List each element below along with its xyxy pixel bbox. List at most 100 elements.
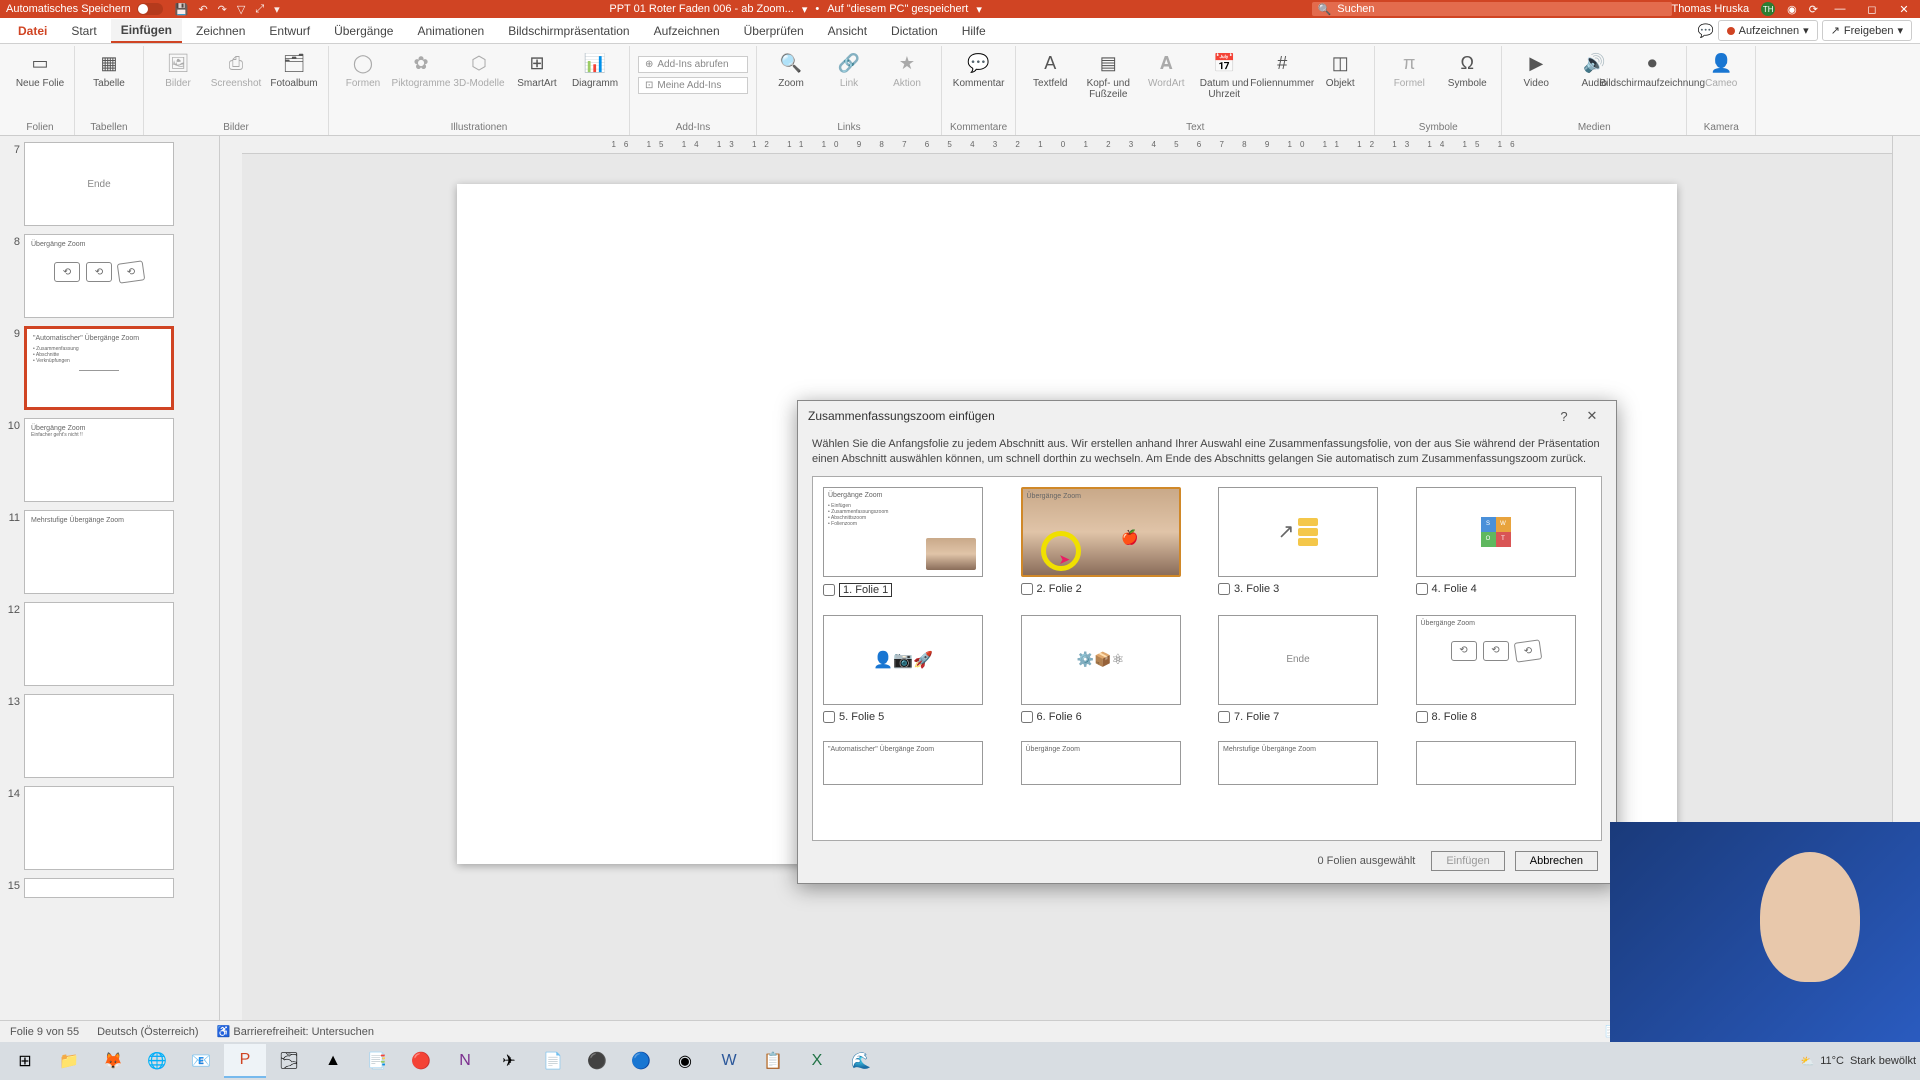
- cmd-symbol[interactable]: ΩSymbole: [1441, 50, 1493, 89]
- accessibility[interactable]: ♿ Barrierefreiheit: Untersuchen: [217, 1025, 374, 1038]
- tab-animations[interactable]: Animationen: [407, 20, 494, 42]
- taskbar-edge[interactable]: 🌊: [840, 1044, 882, 1078]
- location-dropdown-icon[interactable]: ▾: [976, 3, 982, 16]
- cmd-slidenum[interactable]: #Foliennummer: [1256, 50, 1308, 100]
- cmd-get-addins[interactable]: ⊕Add-Ins abrufen: [638, 56, 748, 73]
- tab-design[interactable]: Entwurf: [259, 20, 320, 42]
- grid-checkbox-7[interactable]: [1218, 711, 1230, 723]
- start-button[interactable]: ⊞: [4, 1044, 46, 1078]
- thumb-slide-8[interactable]: Übergänge Zoom⟲⟲⟲: [24, 234, 174, 318]
- minimize-icon[interactable]: —: [1830, 3, 1850, 15]
- user-avatar[interactable]: TH: [1761, 2, 1775, 16]
- thumb-slide-9[interactable]: "Automatischer" Übergänge Zoom• Zusammen…: [24, 326, 174, 410]
- dialog-close-icon[interactable]: ✕: [1578, 408, 1606, 424]
- toggle-switch[interactable]: [137, 3, 163, 15]
- taskbar-onenote[interactable]: N: [444, 1044, 486, 1078]
- taskbar-app6[interactable]: ◉: [664, 1044, 706, 1078]
- taskbar-app4[interactable]: 📄: [532, 1044, 574, 1078]
- tab-record[interactable]: Aufzeichnen: [644, 20, 730, 42]
- cmd-smartart[interactable]: ⊞SmartArt: [511, 50, 563, 89]
- taskbar-powerpoint[interactable]: P: [224, 1044, 266, 1078]
- cmd-textbox[interactable]: ATextfeld: [1024, 50, 1076, 100]
- grid-slide-10[interactable]: Übergänge Zoom: [1021, 741, 1197, 785]
- grid-checkbox-2[interactable]: [1021, 583, 1033, 595]
- tab-review[interactable]: Überprüfen: [734, 20, 814, 42]
- taskbar-app3[interactable]: 🔴: [400, 1044, 442, 1078]
- tab-view[interactable]: Ansicht: [818, 20, 877, 42]
- grid-checkbox-4[interactable]: [1416, 583, 1428, 595]
- autosave-toggle[interactable]: Automatisches Speichern: [6, 3, 163, 15]
- tab-start[interactable]: Start: [61, 20, 106, 42]
- user-name[interactable]: Thomas Hruska: [1672, 3, 1750, 15]
- cmd-table[interactable]: ▦Tabelle: [83, 50, 135, 89]
- grid-checkbox-3[interactable]: [1218, 583, 1230, 595]
- touch-icon[interactable]: ⤢: [255, 3, 264, 16]
- taskbar-app1[interactable]: 🌫: [268, 1044, 310, 1078]
- save-icon[interactable]: 💾: [175, 3, 189, 16]
- thumb-slide-14[interactable]: [24, 786, 174, 870]
- cmd-object[interactable]: ◫Objekt: [1314, 50, 1366, 100]
- cancel-button[interactable]: Abbrechen: [1515, 851, 1598, 871]
- tab-insert[interactable]: Einfügen: [111, 19, 182, 43]
- comments-icon[interactable]: 💬: [1697, 23, 1713, 39]
- maximize-icon[interactable]: ◻: [1862, 3, 1882, 16]
- sync-icon[interactable]: ⟳: [1809, 3, 1818, 16]
- grid-slide-2[interactable]: Übergänge Zoom ➤ 🍎 2. Folie 2: [1021, 487, 1197, 597]
- tab-slideshow[interactable]: Bildschirmpräsentation: [498, 20, 639, 42]
- grid-slide-8[interactable]: Übergänge Zoom⟲⟲⟲ 8. Folie 8: [1416, 615, 1592, 723]
- grid-slide-5[interactable]: 👤📷🚀 5. Folie 5: [823, 615, 999, 723]
- dialog-slide-grid[interactable]: Übergänge Zoom• Einfügen• Zusammenfassun…: [812, 476, 1602, 841]
- taskbar-firefox[interactable]: 🦊: [92, 1044, 134, 1078]
- thumb-slide-7[interactable]: Ende: [24, 142, 174, 226]
- undo-icon[interactable]: ↶: [198, 3, 207, 16]
- cmd-my-addins[interactable]: ⊡Meine Add-Ins: [638, 77, 748, 94]
- cmd-header[interactable]: ▤Kopf- und Fußzeile: [1082, 50, 1134, 100]
- tab-file[interactable]: Datei: [8, 20, 57, 42]
- language[interactable]: Deutsch (Österreich): [97, 1026, 198, 1038]
- taskbar-weather[interactable]: ⛅ 11°C Stark bewölkt: [1801, 1055, 1917, 1068]
- taskbar-chrome[interactable]: 🌐: [136, 1044, 178, 1078]
- dialog-help-icon[interactable]: ?: [1550, 409, 1578, 424]
- cmd-chart[interactable]: 📊Diagramm: [569, 50, 621, 89]
- taskbar-vlc[interactable]: ▲: [312, 1044, 354, 1078]
- cmd-comment[interactable]: 💬Kommentar: [953, 50, 1005, 89]
- thumb-slide-11[interactable]: Mehrstufige Übergänge Zoom: [24, 510, 174, 594]
- taskbar-app5[interactable]: 🔵: [620, 1044, 662, 1078]
- close-icon[interactable]: ✕: [1894, 3, 1914, 16]
- grid-checkbox-5[interactable]: [823, 711, 835, 723]
- thumb-slide-15[interactable]: [24, 878, 174, 898]
- cmd-zoom[interactable]: 🔍Zoom: [765, 50, 817, 89]
- taskbar-telegram[interactable]: ✈: [488, 1044, 530, 1078]
- thumb-slide-12[interactable]: [24, 602, 174, 686]
- grid-slide-4[interactable]: SWOT 4. Folie 4: [1416, 487, 1592, 597]
- grid-slide-6[interactable]: ⚙️📦⚛ 6. Folie 6: [1021, 615, 1197, 723]
- taskbar-outlook[interactable]: 📧: [180, 1044, 222, 1078]
- tab-dictation[interactable]: Dictation: [881, 20, 948, 42]
- start-icon[interactable]: ▽: [237, 3, 245, 16]
- thumb-slide-10[interactable]: Übergänge ZoomEinfacher geht's nicht !!: [24, 418, 174, 502]
- taskbar-excel[interactable]: X: [796, 1044, 838, 1078]
- share-button[interactable]: ↗Freigeben▾: [1822, 20, 1912, 41]
- grid-slide-3[interactable]: ↗ 3. Folie 3: [1218, 487, 1394, 597]
- grid-slide-11[interactable]: Mehrstufige Übergänge Zoom: [1218, 741, 1394, 785]
- taskbar-word[interactable]: W: [708, 1044, 750, 1078]
- thumb-slide-13[interactable]: [24, 694, 174, 778]
- grid-slide-7[interactable]: Ende 7. Folie 7: [1218, 615, 1394, 723]
- tab-help[interactable]: Hilfe: [952, 20, 996, 42]
- cmd-screenrec[interactable]: ⏺Bildschirmaufzeichnung: [1626, 50, 1678, 89]
- grid-checkbox-6[interactable]: [1021, 711, 1033, 723]
- qat-dropdown-icon[interactable]: ▾: [274, 3, 280, 16]
- taskbar-app7[interactable]: 📋: [752, 1044, 794, 1078]
- search-box[interactable]: 🔍 Suchen: [1312, 2, 1672, 16]
- taskbar-obs[interactable]: ⚫: [576, 1044, 618, 1078]
- tab-transitions[interactable]: Übergänge: [324, 20, 403, 42]
- grid-checkbox-8[interactable]: [1416, 711, 1428, 723]
- title-dropdown-icon[interactable]: ▾: [802, 3, 808, 16]
- grid-checkbox-1[interactable]: [823, 584, 835, 596]
- tab-draw[interactable]: Zeichnen: [186, 20, 255, 42]
- cmd-new-slide[interactable]: ▭Neue Folie: [14, 50, 66, 89]
- taskbar-explorer[interactable]: 📁: [48, 1044, 90, 1078]
- taskbar-app2[interactable]: 📑: [356, 1044, 398, 1078]
- cmd-datetime[interactable]: 📅Datum und Uhrzeit: [1198, 50, 1250, 100]
- cmd-video[interactable]: ▶Video: [1510, 50, 1562, 89]
